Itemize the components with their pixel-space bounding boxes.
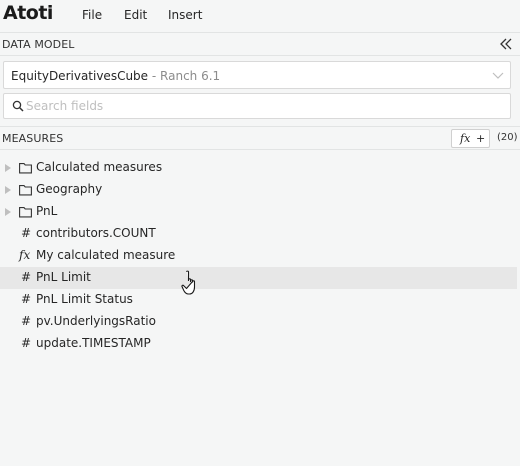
- cube-server: Ranch 6.1: [160, 69, 221, 83]
- tree-folder-pnl[interactable]: PnL: [0, 201, 517, 223]
- double-chevron-left-icon[interactable]: [498, 36, 514, 52]
- tree-folder-geography[interactable]: Geography: [0, 179, 517, 201]
- measure-my-calculated-measure[interactable]: fx My calculated measure: [0, 245, 517, 267]
- measures-header: MEASURES fx + (20): [0, 126, 520, 150]
- measures-count: (20): [497, 132, 518, 143]
- folder-icon: [19, 207, 32, 218]
- hash-icon: #: [21, 336, 32, 350]
- tree-item-label: update.TIMESTAMP: [36, 336, 151, 350]
- fx-icon: fx: [19, 248, 31, 262]
- cube-selector-text: EquityDerivativesCube - Ranch 6.1: [11, 69, 220, 83]
- caret-right-icon[interactable]: [5, 186, 11, 194]
- search-icon: [12, 100, 24, 112]
- folder-icon: [19, 163, 32, 174]
- tree-folder-calculated-measures[interactable]: Calculated measures: [0, 157, 517, 179]
- data-model-header: DATA MODEL: [0, 32, 520, 56]
- measure-pnl-limit-status[interactable]: # PnL Limit Status: [0, 289, 517, 311]
- top-bar: Atoti File Edit Insert: [0, 0, 520, 32]
- app-logo: Atoti: [3, 2, 53, 24]
- tree-item-label: contributors.COUNT: [36, 226, 156, 240]
- cube-selector[interactable]: EquityDerivativesCube - Ranch 6.1: [3, 61, 511, 89]
- fx-icon: fx: [460, 132, 471, 145]
- cube-separator: -: [148, 69, 161, 83]
- hash-icon: #: [21, 292, 32, 306]
- data-model-title: DATA MODEL: [2, 38, 75, 51]
- tree-item-label: PnL Limit Status: [36, 292, 133, 306]
- hash-icon: #: [21, 314, 32, 328]
- measure-update-timestamp[interactable]: # update.TIMESTAMP: [0, 333, 517, 355]
- add-calculated-measure-button[interactable]: fx +: [451, 129, 490, 148]
- menu-file[interactable]: File: [82, 8, 102, 22]
- tree-item-label: PnL Limit: [36, 270, 91, 284]
- tree-item-label: pv.UnderlyingsRatio: [36, 314, 156, 328]
- measure-pnl-limit[interactable]: # PnL Limit: [0, 267, 517, 289]
- tree-item-label: Geography: [36, 182, 103, 196]
- menu-edit[interactable]: Edit: [124, 8, 147, 22]
- search-field[interactable]: [3, 93, 511, 119]
- tree-item-label: Calculated measures: [36, 160, 163, 174]
- measure-pv-underlyings-ratio[interactable]: # pv.UnderlyingsRatio: [0, 311, 517, 333]
- cube-name: EquityDerivativesCube: [11, 69, 149, 83]
- hash-icon: #: [21, 226, 32, 240]
- menu-insert[interactable]: Insert: [168, 8, 202, 22]
- tree-item-label: My calculated measure: [36, 248, 176, 262]
- folder-icon: [19, 185, 32, 196]
- search-input[interactable]: [26, 95, 506, 117]
- measures-title: MEASURES: [2, 132, 64, 145]
- tree-item-label: PnL: [36, 204, 58, 218]
- caret-right-icon[interactable]: [5, 208, 11, 216]
- hash-icon: #: [21, 270, 32, 284]
- measure-contributors-count[interactable]: # contributors.COUNT: [0, 223, 517, 245]
- chevron-down-icon: [492, 72, 504, 79]
- plus-icon: +: [476, 132, 486, 145]
- measures-tree: Calculated measures Geography PnL # cont…: [0, 157, 520, 355]
- caret-right-icon[interactable]: [5, 164, 11, 172]
